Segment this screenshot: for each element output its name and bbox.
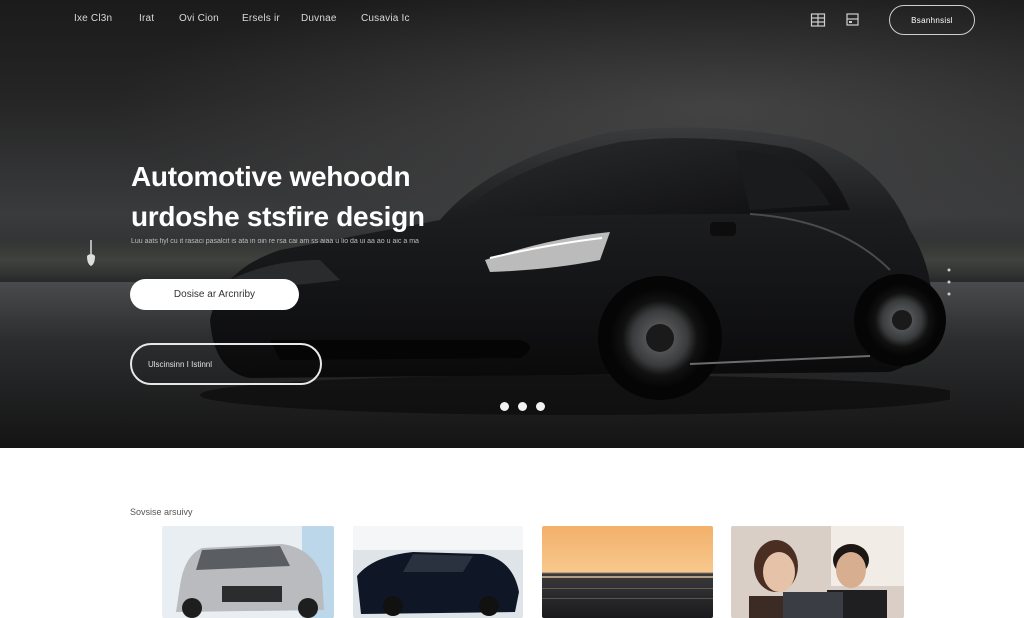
gallery-card-suv[interactable] — [162, 526, 334, 618]
top-navigation: Ixe Cl3n Irat Ovi Cion Ersels ir Duvnae … — [0, 0, 1024, 40]
scroll-hand-icon[interactable] — [84, 238, 98, 268]
black-sports-car-image — [353, 526, 523, 618]
primary-button[interactable]: Dosise ar Arcnriby — [130, 279, 299, 310]
nav-item-6[interactable]: Cusavia Ic — [361, 13, 410, 24]
nav-item-5[interactable]: Duvnae — [301, 13, 337, 24]
outline-button[interactable]: Ulscinsinn I Istinnl — [130, 343, 322, 385]
gallery-card-sports-car[interactable] — [353, 526, 523, 618]
gallery-label: Sovsise arsuivy — [130, 507, 193, 517]
nav-item-1[interactable]: Ixe Cl3n — [74, 13, 112, 24]
gallery-card-people[interactable] — [731, 526, 904, 618]
gallery-card-sunset[interactable] — [542, 526, 713, 618]
window-icon[interactable] — [845, 12, 861, 28]
nav-cta-button[interactable]: Bsanhnsisl — [889, 5, 975, 35]
carousel-dot-3[interactable] — [536, 402, 545, 411]
hero-title: Automotive wehoodn urdoshe stsfire desig… — [131, 161, 425, 232]
silver-suv-image — [162, 526, 334, 618]
side-pagination-icon[interactable] — [944, 266, 954, 306]
carousel-dot-2[interactable] — [518, 402, 527, 411]
two-people-image — [731, 526, 904, 618]
nav-item-4[interactable]: Ersels ir — [242, 13, 280, 24]
sunset-sea-image — [542, 526, 713, 618]
nav-item-2[interactable]: Irat — [139, 13, 154, 24]
hero-subtitle: Luu aats fiyl cu it rasaci pasalcit is a… — [131, 238, 419, 245]
carousel-dots — [500, 402, 545, 411]
grid-icon[interactable] — [810, 12, 826, 28]
nav-item-3[interactable]: Ovi Cion — [179, 13, 219, 24]
hero-section: Ixe Cl3n Irat Ovi Cion Ersels ir Duvnae … — [0, 0, 1024, 448]
carousel-dot-1[interactable] — [500, 402, 509, 411]
